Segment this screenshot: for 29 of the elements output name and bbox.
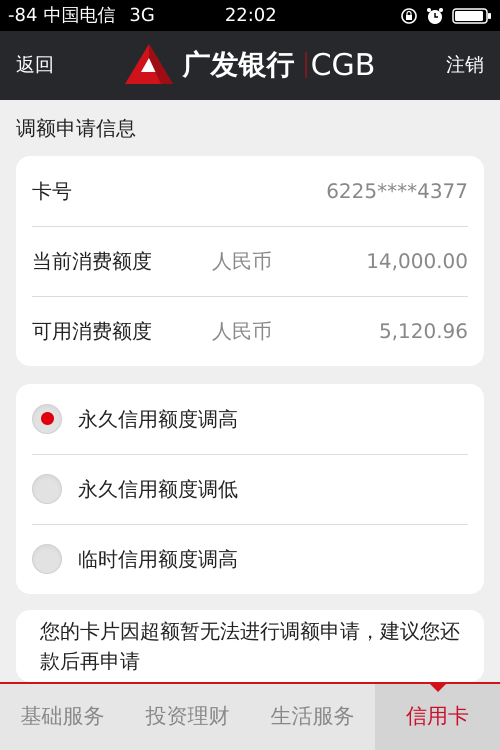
info-label: 可用消费额度 bbox=[32, 318, 153, 346]
logout-button[interactable]: 注销 bbox=[446, 51, 484, 80]
info-value: 6225****4377 bbox=[326, 178, 468, 205]
radio-button[interactable] bbox=[32, 474, 62, 504]
brand-name: 广发银行 bbox=[182, 47, 295, 84]
battery-icon bbox=[452, 6, 492, 25]
section-title: 调额申请信息 bbox=[16, 114, 137, 142]
network-type: 3G bbox=[129, 4, 155, 28]
rotation-lock-icon bbox=[400, 6, 418, 25]
info-label: 卡号 bbox=[32, 178, 73, 205]
brand-abbreviation: CGB bbox=[310, 46, 376, 85]
notice-message: 您的卡片因超额暂无法进行调额申请，建议您还款后再申请 bbox=[40, 618, 461, 675]
signal-strength: -84 bbox=[8, 4, 38, 28]
radio-button[interactable] bbox=[32, 544, 62, 574]
radio-button[interactable] bbox=[32, 404, 62, 434]
tab[interactable]: 信用卡 bbox=[375, 684, 500, 750]
info-value: 5,120.96 bbox=[378, 318, 468, 346]
info-label: 当前消费额度 bbox=[32, 248, 153, 276]
option-label[interactable]: 临时信用额度调高 bbox=[78, 544, 238, 574]
logo-icon bbox=[124, 44, 173, 86]
currency-label: 人民币 bbox=[212, 318, 272, 346]
status-time: 22:02 bbox=[224, 4, 277, 28]
carrier-name: 中国电信 bbox=[43, 4, 116, 28]
option-label[interactable]: 永久信用额度调低 bbox=[78, 474, 238, 504]
info-value: 14,000.00 bbox=[366, 248, 468, 276]
alarm-icon bbox=[426, 6, 444, 25]
currency-label: 人民币 bbox=[212, 248, 272, 276]
option-label[interactable]: 永久信用额度调高 bbox=[78, 404, 238, 434]
back-button[interactable]: 返回 bbox=[16, 51, 54, 80]
